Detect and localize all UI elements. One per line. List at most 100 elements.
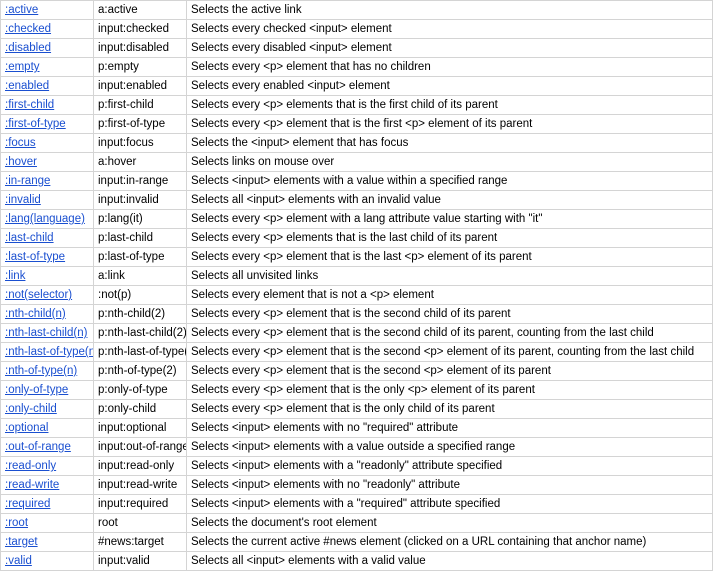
selector-cell: :active <box>0 0 94 20</box>
selector-link[interactable]: :checked <box>5 23 51 35</box>
selector-link[interactable]: :not(selector) <box>5 289 72 301</box>
description-cell: Selects <input> elements with no "requir… <box>186 418 713 438</box>
table-row: :invalid input:invalid Selects all <input>… <box>0 190 713 210</box>
selector-link[interactable]: :first-of-type <box>5 118 66 130</box>
description-cell: Selects every <p> element that is the on… <box>186 399 713 419</box>
table-row: :valid input:valid Selects all <input> ele… <box>0 551 713 571</box>
table-row: :active a:active Selects the active link <box>0 0 713 20</box>
example-cell: p:first-child <box>93 95 187 115</box>
selector-link[interactable]: :lang(language) <box>5 213 85 225</box>
description-cell: Selects every <p> element that is the la… <box>186 247 713 267</box>
selector-link[interactable]: :root <box>5 517 28 529</box>
table-row: :last-child p:last-child Selects every <p>… <box>0 228 713 248</box>
selector-link[interactable]: :read-only <box>5 460 56 472</box>
selector-link[interactable]: :nth-of-type(n) <box>5 365 77 377</box>
selector-link[interactable]: :focus <box>5 137 36 149</box>
example-cell: input:optional <box>93 418 187 438</box>
selector-cell: :required <box>0 494 94 514</box>
selector-link[interactable]: :nth-child(n) <box>5 308 66 320</box>
selector-cell: :nth-child(n) <box>0 304 94 324</box>
selector-cell: :hover <box>0 152 94 172</box>
selector-link[interactable]: :out-of-range <box>5 441 71 453</box>
table-row: :required input:required Selects <input> e… <box>0 494 713 514</box>
selector-cell: :enabled <box>0 76 94 96</box>
table-row: :optional input:optional Selects <input> e… <box>0 418 713 438</box>
selector-link[interactable]: :nth-last-of-type(n) <box>5 346 93 358</box>
example-cell: input:disabled <box>93 38 187 58</box>
pseudo-class-table: :active a:active Selects the active link:c… <box>0 0 713 571</box>
example-cell: input:enabled <box>93 76 187 96</box>
selector-link[interactable]: :optional <box>5 422 48 434</box>
example-cell: p:nth-last-child(2) <box>93 323 187 343</box>
selector-link[interactable]: :valid <box>5 555 32 567</box>
selector-cell: :disabled <box>0 38 94 58</box>
example-cell: p:first-of-type <box>93 114 187 134</box>
selector-cell: :only-child <box>0 399 94 419</box>
selector-link[interactable]: :disabled <box>5 42 51 54</box>
description-cell: Selects every enabled <input> element <box>186 76 713 96</box>
selector-link[interactable]: :hover <box>5 156 37 168</box>
selector-link[interactable]: :nth-last-child(n) <box>5 327 87 339</box>
example-cell: p:lang(it) <box>93 209 187 229</box>
table-row: :out-of-range input:out-of-range Selects <… <box>0 437 713 457</box>
table-row: :nth-child(n) p:nth-child(2) Selects every… <box>0 304 713 324</box>
table-row: :target #news:target Selects the current a… <box>0 532 713 552</box>
table-row: :read-write input:read-write Selects <inpu… <box>0 475 713 495</box>
description-cell: Selects <input> elements with a value wi… <box>186 171 713 191</box>
selector-cell: :not(selector) <box>0 285 94 305</box>
selector-link[interactable]: :empty <box>5 61 40 73</box>
selector-link[interactable]: :invalid <box>5 194 41 206</box>
example-cell: input:read-write <box>93 475 187 495</box>
example-cell: a:link <box>93 266 187 286</box>
description-cell: Selects the active link <box>186 0 713 20</box>
table-row: :only-of-type p:only-of-type Selects every… <box>0 380 713 400</box>
example-cell: a:hover <box>93 152 187 172</box>
description-cell: Selects every <p> elements that is the f… <box>186 95 713 115</box>
selector-link[interactable]: :link <box>5 270 25 282</box>
selector-link[interactable]: :active <box>5 4 38 16</box>
selector-cell: :optional <box>0 418 94 438</box>
selector-link[interactable]: :target <box>5 536 38 548</box>
selector-link[interactable]: :first-child <box>5 99 54 111</box>
selector-cell: :first-child <box>0 95 94 115</box>
description-cell: Selects every element that is not a <p> … <box>186 285 713 305</box>
description-cell: Selects every <p> element that is the se… <box>186 342 713 362</box>
table-row: :focus input:focus Selects the <input> ele… <box>0 133 713 153</box>
example-cell: p:empty <box>93 57 187 77</box>
description-cell: Selects every <p> element that is the fi… <box>186 114 713 134</box>
table-row: :read-only input:read-only Selects <input>… <box>0 456 713 476</box>
example-cell: input:focus <box>93 133 187 153</box>
selector-cell: :nth-last-child(n) <box>0 323 94 343</box>
selector-cell: :last-child <box>0 228 94 248</box>
selector-link[interactable]: :last-of-type <box>5 251 65 263</box>
table-row: :link a:link Selects all unvisited links <box>0 266 713 286</box>
selector-link[interactable]: :only-child <box>5 403 57 415</box>
selector-cell: :in-range <box>0 171 94 191</box>
description-cell: Selects links on mouse over <box>186 152 713 172</box>
description-cell: Selects the current active #news element… <box>186 532 713 552</box>
description-cell: Selects <input> elements with a value ou… <box>186 437 713 457</box>
table-row: :hover a:hover Selects links on mouse over <box>0 152 713 172</box>
selector-link[interactable]: :in-range <box>5 175 50 187</box>
example-cell: p:nth-last-of-type(2) <box>93 342 187 362</box>
description-cell: Selects every disabled <input> element <box>186 38 713 58</box>
selector-link[interactable]: :last-child <box>5 232 54 244</box>
table-row: :in-range input:in-range Selects <input> e… <box>0 171 713 191</box>
table-row: :checked input:checked Selects every check… <box>0 19 713 39</box>
description-cell: Selects all unvisited links <box>186 266 713 286</box>
selector-cell: :checked <box>0 19 94 39</box>
example-cell: #news:target <box>93 532 187 552</box>
description-cell: Selects the document's root element <box>186 513 713 533</box>
selector-link[interactable]: :required <box>5 498 50 510</box>
table-row: :nth-last-of-type(n)p:nth-last-of-type(2… <box>0 342 713 362</box>
selector-cell: :root <box>0 513 94 533</box>
table-row: :empty p:empty Selects every <p> element t… <box>0 57 713 77</box>
description-cell: Selects all <input> elements with an inv… <box>186 190 713 210</box>
selector-cell: :link <box>0 266 94 286</box>
selector-cell: :invalid <box>0 190 94 210</box>
description-cell: Selects every <p> element that is the se… <box>186 361 713 381</box>
selector-link[interactable]: :only-of-type <box>5 384 68 396</box>
selector-link[interactable]: :read-write <box>5 479 59 491</box>
selector-link[interactable]: :enabled <box>5 80 49 92</box>
example-cell: input:out-of-range <box>93 437 187 457</box>
